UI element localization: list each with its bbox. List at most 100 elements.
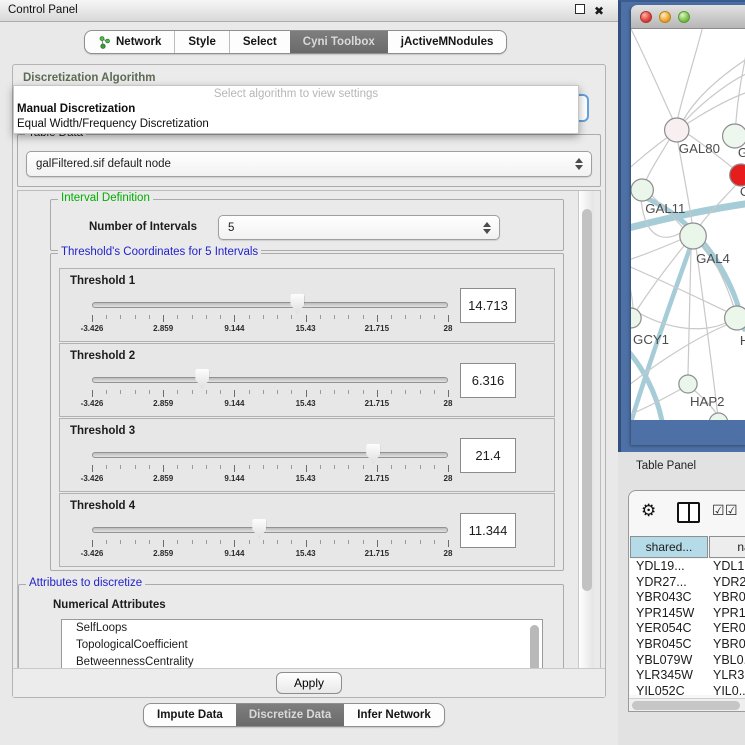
thresholds-list: Threshold 1-3.4262.8599.14415.4321.71528…	[51, 268, 563, 567]
panel-title: Control Panel	[8, 4, 78, 16]
slider-track[interactable]	[92, 377, 448, 383]
control-panel: Control Panel ✖ Network Style Select Cyn…	[0, 0, 618, 745]
table-row[interactable]: YPR145WYPR1...	[630, 606, 745, 622]
close-icon[interactable]: ✖	[594, 6, 604, 16]
attribute-list-item[interactable]: BetweennessCentrality	[62, 654, 542, 669]
scrollbar-thumb[interactable]	[582, 209, 592, 591]
network-edge[interactable]	[678, 29, 702, 118]
threshold-panel: Threshold 2 -3.4262.8599.14415.4321.71528…	[59, 343, 555, 417]
tab-network[interactable]: Network	[85, 31, 174, 53]
slider-thumb-icon[interactable]	[290, 294, 304, 314]
float-window-icon[interactable]	[575, 1, 585, 22]
column-header-shared-name[interactable]: shared...	[630, 536, 708, 558]
tab-style[interactable]: Style	[174, 31, 229, 53]
threshold-slider: -3.4262.8599.14415.4321.71528	[84, 443, 456, 489]
attribute-list-item[interactable]: SelfLoops	[62, 620, 542, 637]
network-node-GAL80[interactable]	[665, 118, 689, 142]
table-row[interactable]: YBR043CYBR0...	[630, 590, 745, 606]
table-cell-shared-name: YBR043C	[630, 590, 708, 606]
table-cell-name: YLR3...	[708, 668, 745, 684]
network-edge[interactable]	[636, 246, 684, 311]
table-row[interactable]: YBL079WYBL0...	[630, 653, 745, 669]
network-node-GCY1[interactable]	[631, 308, 641, 328]
scrollbar-horizontal[interactable]	[629, 698, 745, 711]
threshold-label: Threshold 2	[70, 350, 135, 362]
table-row[interactable]: YIL052CYIL0...	[630, 684, 745, 695]
threshold-panel: Threshold 3-3.4262.8599.14415.4321.71528…	[59, 418, 555, 492]
network-edge[interactable]	[688, 249, 691, 375]
node-label: GAL80	[679, 141, 720, 156]
tab-discretize-data[interactable]: Discretize Data	[236, 704, 344, 726]
table-cell-name: YBR0...	[708, 590, 745, 606]
scrollbar-thumb[interactable]	[632, 701, 740, 710]
threshold-value-field[interactable]: 21.4	[460, 438, 516, 473]
control-panel-tabs: Network Style Select Cyni Toolbox jActiv…	[84, 30, 507, 54]
network-edge[interactable]	[631, 300, 728, 329]
node-label: GAL11	[645, 201, 685, 216]
table-cell-shared-name: YDR27...	[630, 575, 708, 591]
checkbox-icon-2[interactable]: ☑	[725, 502, 738, 519]
network-node-HAP2[interactable]	[679, 375, 697, 393]
threshold-label: Threshold 4	[70, 500, 135, 512]
network-window-titlebar[interactable]	[631, 5, 745, 29]
slider-ticks	[92, 389, 448, 398]
slider-track[interactable]	[92, 302, 448, 308]
slider-tick-labels: -3.4262.8599.14415.4321.71528	[92, 549, 448, 560]
slider-track[interactable]	[92, 452, 448, 458]
attribute-list-item[interactable]: TopologicalCoefficient	[62, 637, 542, 654]
slider-thumb-icon[interactable]	[195, 369, 209, 389]
network-edge[interactable]	[631, 29, 673, 119]
interval-count-spinner[interactable]: 5	[218, 215, 500, 240]
network-edge[interactable]	[631, 252, 633, 308]
menu-item-manual-discretization[interactable]: Manual Discretization	[17, 103, 135, 115]
table-panel-toolbar: ⚙ ☑ ☑	[629, 491, 745, 535]
close-traffic-light-icon[interactable]	[640, 11, 652, 23]
table-data-select[interactable]: galFiltered.sif default node	[26, 151, 592, 177]
apply-button[interactable]: Apply	[276, 672, 342, 694]
list-scrollbar[interactable]	[530, 625, 539, 669]
threshold-value-field[interactable]: 11.344	[460, 513, 516, 548]
checkbox-icon-1[interactable]: ☑	[712, 502, 725, 519]
tab-select[interactable]: Select	[229, 31, 290, 53]
network-node-GAL11[interactable]	[631, 179, 653, 201]
slider-thumb-icon[interactable]	[252, 519, 266, 539]
table-cell-name: YER0...	[708, 621, 745, 637]
table-cell-shared-name: YLR345W	[630, 668, 708, 684]
table-data-group: Table Data galFiltered.sif default node	[17, 134, 601, 187]
network-icon	[98, 36, 111, 49]
network-node-GAL4[interactable]	[680, 223, 706, 249]
slider-ticks	[92, 464, 448, 473]
table-row[interactable]: YBR045CYBR0...	[630, 637, 745, 653]
threshold-value-field[interactable]: 6.316	[460, 363, 516, 398]
algorithm-group-label: Discretization Algorithm	[23, 72, 155, 84]
zoom-traffic-light-icon[interactable]	[678, 11, 690, 23]
network-edge[interactable]	[683, 58, 745, 121]
table-cell-shared-name: YBR045C	[630, 637, 708, 653]
threshold-value-field[interactable]: 14.713	[460, 288, 516, 323]
network-canvas[interactable]: GAL80GACGAL11GAL4GCY1HHAP2	[631, 29, 745, 420]
menu-item-equal-width-frequency[interactable]: Equal Width/Frequency Discretization	[17, 118, 209, 130]
node-label: GA	[738, 145, 745, 160]
table-cell-name: YBL0...	[708, 653, 745, 669]
table-row[interactable]: YDR27...YDR2...	[630, 575, 745, 591]
tab-impute-data[interactable]: Impute Data	[144, 704, 236, 726]
table-row[interactable]: YER054CYER0...	[630, 621, 745, 637]
table-row[interactable]: YDL19...YDL1...	[630, 559, 745, 575]
slider-track-zone	[92, 293, 448, 315]
network-node-H[interactable]	[725, 306, 745, 330]
settings-gear-icon[interactable]: ⚙	[641, 501, 656, 521]
scrollbar-vertical[interactable]	[578, 191, 594, 668]
network-node-unlabeled[interactable]	[709, 413, 727, 420]
minimize-traffic-light-icon[interactable]	[659, 11, 671, 23]
tab-infer-network[interactable]: Infer Network	[344, 704, 444, 726]
table-cell-name: YDR2...	[708, 575, 745, 591]
slider-ticks	[92, 539, 448, 548]
slider-track[interactable]	[92, 527, 448, 533]
slider-thumb-icon[interactable]	[366, 444, 380, 464]
tab-cyni-toolbox[interactable]: Cyni Toolbox	[290, 31, 388, 53]
column-header-name[interactable]: na...	[709, 536, 745, 558]
split-view-icon[interactable]	[677, 502, 700, 523]
table-row[interactable]: YLR345WYLR3...	[630, 668, 745, 684]
tab-jactivemnodules[interactable]: jActiveMNodules	[388, 31, 507, 53]
slider-tick-labels: -3.4262.8599.14415.4321.71528	[92, 399, 448, 410]
